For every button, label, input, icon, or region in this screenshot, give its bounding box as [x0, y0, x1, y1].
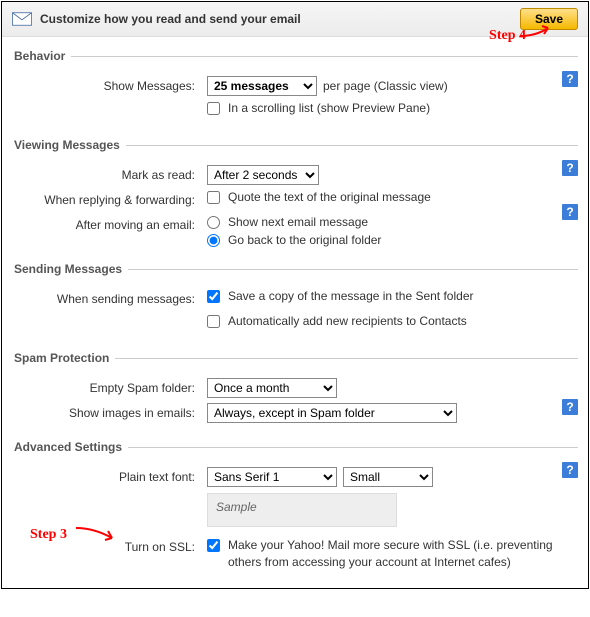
section-legend: Behavior	[12, 49, 71, 63]
help-icon[interactable]: ?	[562, 160, 578, 176]
section-legend: Viewing Messages	[12, 138, 126, 152]
font-sample-box: Sample	[207, 493, 397, 527]
ssl-checkbox[interactable]	[207, 539, 220, 552]
auto-add-contacts-label: Automatically add new recipients to Cont…	[228, 314, 467, 328]
quote-original-label: Quote the text of the original message	[228, 190, 431, 204]
ssl-description: Make your Yahoo! Mail more secure with S…	[228, 537, 568, 571]
save-sent-label: Save a copy of the message in the Sent f…	[228, 289, 473, 303]
after-moving-label: After moving an email:	[12, 215, 207, 232]
messages-per-page-select[interactable]: 25 messages	[207, 76, 317, 96]
save-sent-checkbox[interactable]	[207, 290, 220, 303]
annotation-step3: Step 3	[30, 527, 67, 543]
advanced-section: Advanced Settings ? Plain text font: San…	[12, 440, 578, 574]
plain-text-font-label: Plain text font:	[12, 467, 207, 484]
behavior-section: Behavior ? Show Messages: 25 messages pe…	[12, 49, 578, 126]
page-title: Customize how you read and send your ema…	[40, 12, 520, 26]
empty-spam-select[interactable]: Once a month	[207, 378, 337, 398]
settings-panel: Customize how you read and send your ema…	[1, 1, 589, 589]
sending-label: When sending messages:	[12, 289, 207, 306]
section-legend: Spam Protection	[12, 351, 115, 365]
viewing-section: Viewing Messages ? ? Mark as read: After…	[12, 138, 578, 250]
spam-section: Spam Protection ? Empty Spam folder: Onc…	[12, 351, 578, 428]
help-icon[interactable]: ?	[562, 462, 578, 478]
font-family-select[interactable]: Sans Serif 1	[207, 467, 337, 487]
arrow-icon	[518, 24, 558, 40]
show-next-radio[interactable]	[207, 216, 220, 229]
sending-section: Sending Messages When sending messages: …	[12, 262, 578, 339]
mark-as-read-label: Mark as read:	[12, 165, 207, 182]
arrow-icon	[74, 524, 120, 544]
section-legend: Sending Messages	[12, 262, 128, 276]
quote-original-checkbox[interactable]	[207, 191, 220, 204]
reply-forward-label: When replying & forwarding:	[12, 190, 207, 207]
go-back-radio[interactable]	[207, 234, 220, 247]
show-messages-label: Show Messages:	[12, 76, 207, 93]
section-legend: Advanced Settings	[12, 440, 128, 454]
show-next-label: Show next email message	[228, 215, 368, 229]
go-back-label: Go back to the original folder	[228, 233, 381, 247]
show-images-select[interactable]: Always, except in Spam folder	[207, 403, 457, 423]
help-icon[interactable]: ?	[562, 71, 578, 87]
auto-add-contacts-checkbox[interactable]	[207, 315, 220, 328]
panel-header: Customize how you read and send your ema…	[2, 2, 588, 37]
font-size-select[interactable]: Small	[343, 467, 433, 487]
mark-as-read-select[interactable]: After 2 seconds	[207, 165, 319, 185]
empty-spam-label: Empty Spam folder:	[12, 378, 207, 395]
help-icon[interactable]: ?	[562, 204, 578, 220]
scrolling-list-checkbox[interactable]	[207, 102, 220, 115]
help-icon[interactable]: ?	[562, 399, 578, 415]
show-images-label: Show images in emails:	[12, 403, 207, 420]
scrolling-list-label: In a scrolling list (show Preview Pane)	[228, 101, 430, 115]
mail-icon	[12, 12, 32, 26]
per-page-hint: per page (Classic view)	[323, 79, 448, 93]
